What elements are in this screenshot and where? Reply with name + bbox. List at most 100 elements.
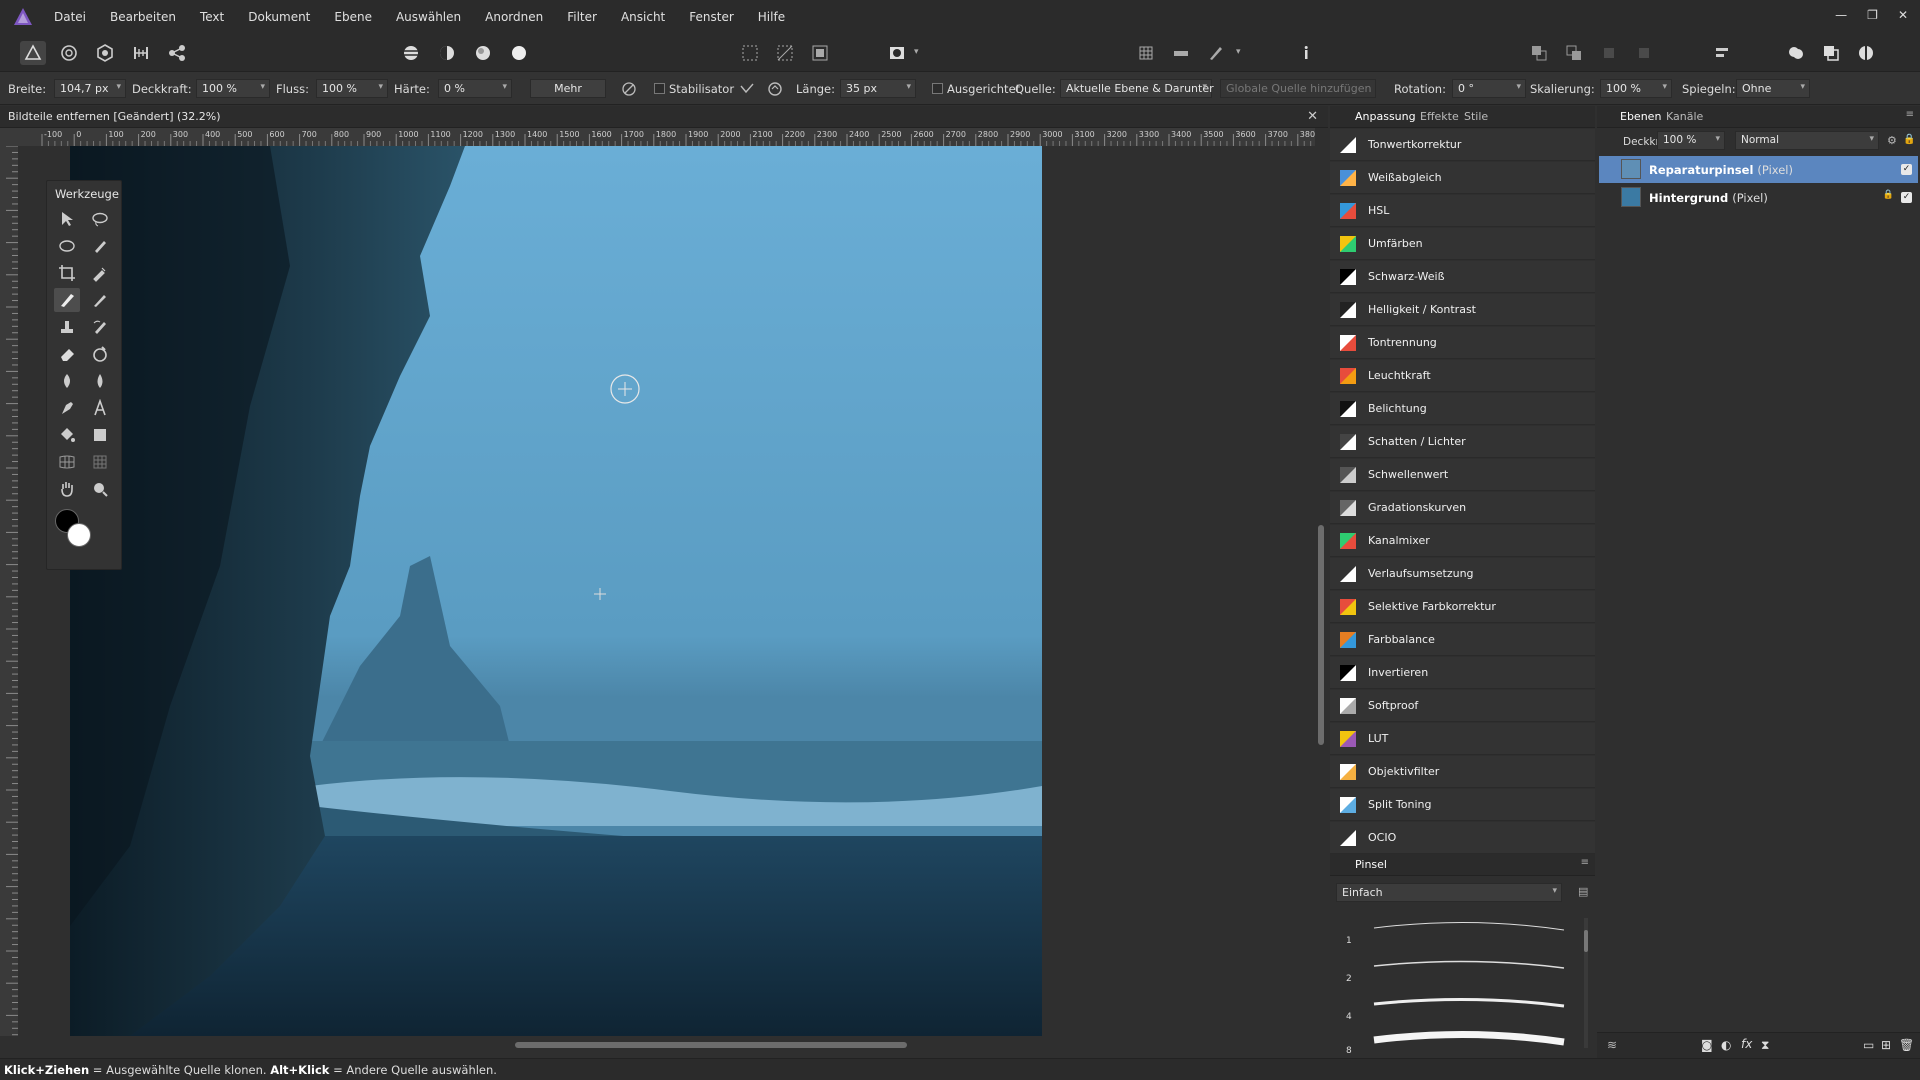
mehr-button[interactable]: Mehr <box>530 79 606 98</box>
zoom-tool[interactable] <box>87 477 113 501</box>
boolean-subtract-button[interactable] <box>1818 41 1844 65</box>
secondary-color-swatch[interactable] <box>67 523 91 547</box>
rope-mode-icon[interactable] <box>738 80 756 98</box>
menu-dokument[interactable]: Dokument <box>248 10 310 24</box>
erase-brush-tool[interactable] <box>54 342 80 366</box>
auto-white-balance-button[interactable] <box>506 41 532 65</box>
tab-stile[interactable]: Stile <box>1464 110 1488 123</box>
blur-brush-tool[interactable] <box>87 369 113 393</box>
layer-visibility-checkbox[interactable]: ✓ <box>1901 192 1912 203</box>
pressure-icon[interactable] <box>620 80 638 98</box>
color-picker-tool[interactable] <box>87 261 113 285</box>
adjustment-item[interactable]: OCIO <box>1330 822 1595 854</box>
info-button[interactable] <box>1293 41 1319 65</box>
tab-pinsel[interactable]: Pinsel <box>1355 858 1387 871</box>
close-document-icon[interactable]: ✕ <box>1307 109 1318 124</box>
skalierung-field[interactable]: 100 % ▾ <box>1600 79 1672 98</box>
adjustment-item[interactable]: HSL <box>1330 195 1595 227</box>
breite-field[interactable]: 104,7 px ▾ <box>54 79 126 98</box>
adjustment-item[interactable]: Softproof <box>1330 690 1595 722</box>
horizontal-scrollbar[interactable] <box>515 1042 907 1048</box>
adjustment-item[interactable]: Leuchtkraft <box>1330 360 1595 392</box>
undo-brush-tool[interactable] <box>87 315 113 339</box>
menu-ansicht[interactable]: Ansicht <box>621 10 665 24</box>
fx-icon[interactable]: fx <box>1741 1037 1752 1051</box>
deckkraft-field[interactable]: 100 % ▾ <box>196 79 270 98</box>
spiegeln-dropdown[interactable]: Ohne ▾ <box>1736 79 1810 98</box>
healing-brush-tool[interactable] <box>87 342 113 366</box>
auto-levels-button[interactable] <box>398 41 424 65</box>
restore-icon[interactable]: ❐ <box>1867 8 1878 22</box>
selection-brush-tool[interactable] <box>87 234 113 258</box>
ausgerichtet-checkbox[interactable] <box>932 83 943 94</box>
tab-ebenen[interactable]: Ebenen <box>1620 110 1661 123</box>
align-button[interactable] <box>1709 41 1735 65</box>
document-tab[interactable]: Bildteile entfernen [Geändert] (32.2%) ✕ <box>0 106 1328 128</box>
tab-effekte[interactable]: Effekte <box>1420 110 1459 123</box>
adjustment-item[interactable]: Split Toning <box>1330 789 1595 821</box>
menu-anordnen[interactable]: Anordnen <box>485 10 543 24</box>
quick-mask-button[interactable] <box>884 41 910 65</box>
adjustment-item[interactable]: Belichtung <box>1330 393 1595 425</box>
stabilisator-checkbox[interactable] <box>654 83 665 94</box>
adjustment-item[interactable]: Helligkeit / Kontrast <box>1330 294 1595 326</box>
snapping-button[interactable] <box>1133 41 1159 65</box>
deselect-button[interactable] <box>772 41 798 65</box>
layer-row-reparaturpinsel[interactable]: Reparaturpinsel (Pixel) ✓ <box>1599 156 1918 183</box>
haerte-field[interactable]: 0 % ▾ <box>438 79 512 98</box>
pixel-tool[interactable] <box>87 288 113 312</box>
layer-row-hintergrund[interactable]: Hintergrund (Pixel) 🔒 ✓ <box>1599 184 1918 211</box>
brush-assistant-dropdown-icon[interactable]: ▾ <box>1236 47 1241 57</box>
brush-list[interactable]: 1 2 4 8 <box>1340 916 1565 1056</box>
affinity-photo-logo[interactable] <box>12 6 34 28</box>
view-tool[interactable] <box>54 477 80 501</box>
close-window-icon[interactable]: ✕ <box>1898 8 1908 22</box>
minimize-icon[interactable]: — <box>1835 8 1847 22</box>
arrange-top-button[interactable] <box>1596 41 1622 65</box>
live-filter-icon[interactable]: ⧗ <box>1761 1038 1769 1053</box>
adjustment-item[interactable]: Weißabgleich <box>1330 162 1595 194</box>
clone-brush-tool[interactable] <box>54 315 80 339</box>
globale-quelle-button[interactable]: Globale Quelle hinzufügen <box>1220 79 1376 98</box>
invert-selection-button[interactable] <box>807 41 833 65</box>
quick-mask-dropdown-icon[interactable]: ▾ <box>914 47 919 57</box>
mask-icon[interactable]: ◙ <box>1701 1038 1713 1052</box>
brush-list-scrollbar[interactable] <box>1584 918 1588 1048</box>
add-layer-icon[interactable]: ⊞ <box>1881 1038 1891 1052</box>
adjustment-icon[interactable]: ◐ <box>1721 1038 1731 1052</box>
dodge-tool[interactable] <box>54 369 80 393</box>
adjustment-item[interactable]: Tontrennung <box>1330 327 1595 359</box>
panel-menu-icon[interactable]: ≡ <box>1906 109 1914 120</box>
crop-tool[interactable] <box>54 261 80 285</box>
menu-fenster[interactable]: Fenster <box>689 10 734 24</box>
export-persona-button[interactable] <box>164 41 190 65</box>
layers-stack-icon[interactable]: ≋ <box>1607 1038 1617 1052</box>
flood-fill-tool[interactable] <box>54 423 80 447</box>
menu-bearbeiten[interactable]: Bearbeiten <box>110 10 176 24</box>
adjustment-item[interactable]: Schatten / Lichter <box>1330 426 1595 458</box>
force-pixel-alignment-button[interactable] <box>1168 41 1194 65</box>
adjustment-item[interactable]: Umfärben <box>1330 228 1595 260</box>
adjustment-item[interactable]: Gradationskurven <box>1330 492 1595 524</box>
liquify-persona-button[interactable] <box>56 41 82 65</box>
trash-icon[interactable]: 🗑 <box>1899 1038 1914 1052</box>
adjustment-item[interactable]: Schwellenwert <box>1330 459 1595 491</box>
gear-icon[interactable]: ⚙ <box>1887 134 1897 147</box>
text-tool[interactable] <box>87 396 113 420</box>
menu-datei[interactable]: Datei <box>54 10 86 24</box>
boolean-intersect-button[interactable] <box>1853 41 1879 65</box>
arrange-back-button[interactable] <box>1561 41 1587 65</box>
select-all-button[interactable] <box>737 41 763 65</box>
arrange-bottom-button[interactable] <box>1631 41 1657 65</box>
pen-tool[interactable] <box>54 396 80 420</box>
layer-visibility-checkbox[interactable]: ✓ <box>1901 164 1912 175</box>
freehand-selection-tool[interactable] <box>87 207 113 231</box>
tab-anpassung[interactable]: Anpassung <box>1355 110 1416 123</box>
panel-menu-icon[interactable]: ≡ <box>1581 857 1589 868</box>
adjustment-item[interactable]: Farbbalance <box>1330 624 1595 656</box>
window-mode-icon[interactable] <box>766 80 784 98</box>
menu-ebene[interactable]: Ebene <box>334 10 372 24</box>
laenge-field[interactable]: 35 px ▾ <box>840 79 916 98</box>
tone-mapping-persona-button[interactable] <box>128 41 154 65</box>
brush-category-dropdown[interactable]: Einfach ▾ <box>1336 883 1562 902</box>
